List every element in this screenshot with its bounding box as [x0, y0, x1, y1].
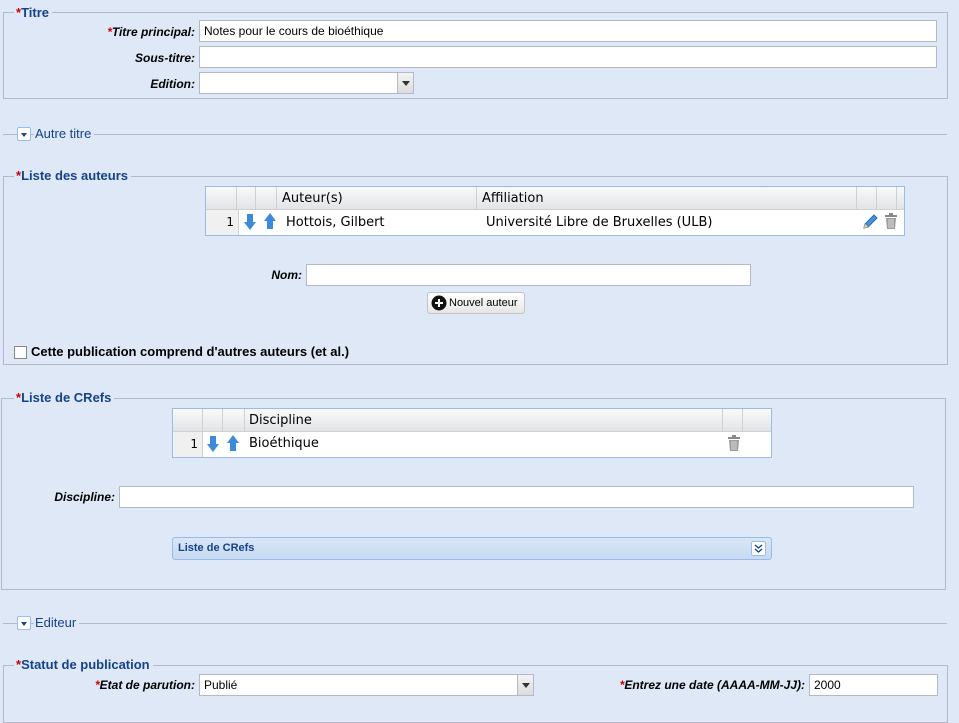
- edition-dropdown-trigger[interactable]: [397, 73, 413, 93]
- sous-titre-input[interactable]: [199, 46, 937, 68]
- etat-dropdown-trigger[interactable]: [517, 675, 533, 695]
- nom-label: Nom:: [271, 268, 302, 282]
- arrow-down-icon[interactable]: [243, 213, 257, 231]
- et-al-checkbox[interactable]: [14, 346, 27, 359]
- expand-icon[interactable]: [751, 541, 766, 556]
- discipline-input[interactable]: [119, 486, 914, 508]
- etat-value: Publié: [204, 678, 238, 692]
- table-row[interactable]: 1 Bioéthique: [173, 432, 771, 457]
- et-al-label[interactable]: Cette publication comprend d'autres aute…: [31, 344, 349, 359]
- auteurs-grid: Auteur(s) Affiliation 1 Hottois, Gilbert…: [205, 186, 905, 236]
- editeur-divider: [3, 623, 947, 624]
- auteur-name: Hottois, Gilbert: [286, 215, 385, 230]
- date-label: *Entrez une date (AAAA-MM-JJ):: [619, 678, 805, 692]
- arrow-up-icon[interactable]: [226, 434, 240, 452]
- chevron-down-icon[interactable]: [17, 616, 31, 630]
- auteurs-legend: *Liste des auteurs: [14, 168, 131, 184]
- pencil-icon[interactable]: [862, 213, 879, 230]
- autre-titre-divider: [3, 134, 947, 135]
- autre-titre-header[interactable]: Autre titre: [17, 126, 137, 143]
- row-number: 1: [173, 432, 203, 457]
- plus-circle-icon: [431, 295, 447, 311]
- titre-legend: *Titre: [14, 5, 52, 21]
- crefs-grid: Discipline 1 Bioéthique: [172, 408, 772, 458]
- column-header-auteurs[interactable]: Auteur(s): [282, 187, 343, 210]
- auteurs-grid-header: Auteur(s) Affiliation: [206, 187, 904, 210]
- editeur-label: Editeur: [34, 615, 80, 630]
- column-header-discipline[interactable]: Discipline: [249, 409, 312, 432]
- arrow-down-icon[interactable]: [206, 435, 220, 453]
- discipline-name: Bioéthique: [249, 436, 319, 451]
- row-number: 1: [206, 210, 239, 235]
- crefs-grid-header: Discipline: [173, 409, 771, 432]
- edition-select[interactable]: [199, 72, 414, 94]
- chevron-down-icon[interactable]: [17, 127, 31, 141]
- etat-select[interactable]: Publié: [199, 674, 534, 696]
- date-input[interactable]: 2000: [809, 674, 938, 696]
- crefs-panel-header[interactable]: Liste de CRefs: [172, 537, 772, 560]
- titre-principal-input[interactable]: Notes pour le cours de bioéthique: [199, 20, 937, 42]
- titre-principal-label: *Titre principal:: [107, 25, 195, 39]
- etat-label: *Etat de parution:: [94, 678, 195, 692]
- nom-input[interactable]: [306, 264, 751, 286]
- trash-icon[interactable]: [884, 213, 898, 230]
- autre-titre-label: Autre titre: [34, 126, 95, 141]
- column-header-affiliation[interactable]: Affiliation: [482, 187, 544, 210]
- arrow-up-icon[interactable]: [263, 212, 277, 230]
- nouvel-auteur-label: Nouvel auteur: [449, 297, 518, 309]
- edition-label: Edition:: [150, 77, 195, 91]
- sous-titre-label: Sous-titre:: [135, 51, 195, 65]
- crefs-panel-title: Liste de CRefs: [178, 542, 255, 554]
- trash-icon[interactable]: [727, 435, 741, 452]
- table-row[interactable]: 1 Hottois, Gilbert Université Libre de B…: [206, 210, 904, 235]
- crefs-legend: *Liste de CRefs: [14, 390, 115, 406]
- discipline-label: Discipline:: [54, 490, 115, 504]
- nouvel-auteur-button[interactable]: Nouvel auteur: [427, 292, 525, 314]
- auteur-affiliation: Université Libre de Bruxelles (ULB): [486, 215, 713, 230]
- statut-legend: *Statut de publication: [14, 657, 153, 673]
- editeur-header[interactable]: Editeur: [17, 615, 117, 632]
